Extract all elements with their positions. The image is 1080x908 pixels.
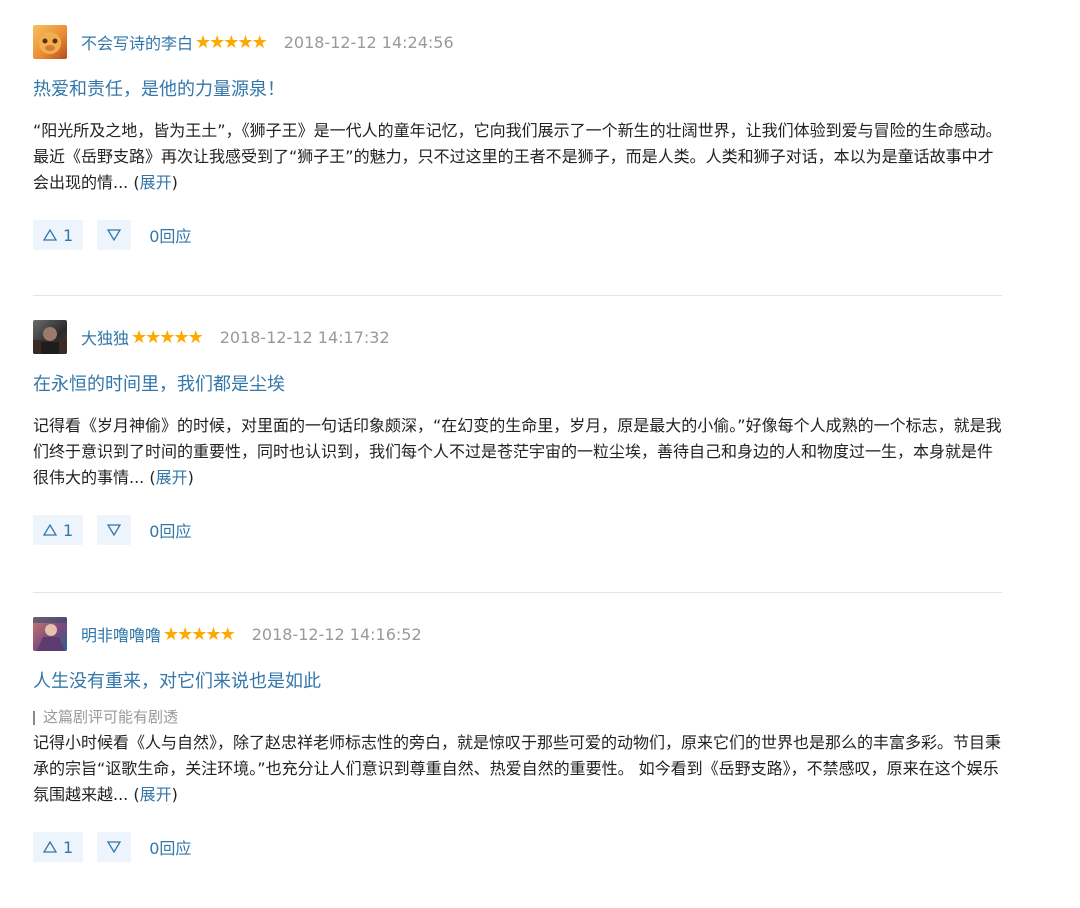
reply-link[interactable]: 0回应 xyxy=(149,518,191,542)
timestamp: 2018-12-12 14:24:56 xyxy=(283,32,454,52)
divider xyxy=(33,592,1002,593)
review-title[interactable]: 热爱和责任，是他的力量源泉！ xyxy=(33,76,1002,104)
downvote-button[interactable] xyxy=(97,515,132,545)
upvote-button[interactable]: 1 xyxy=(33,515,84,545)
review-header: 明非噜噜噜 ★★★★★ 2018-12-12 14:16:52 xyxy=(33,614,1002,654)
upvote-button[interactable]: 1 xyxy=(33,220,84,250)
review-text: 记得小时候看《人与自然》，除了赵忠祥老师标志性的旁白，就是惊叹于那些可爱的动物们… xyxy=(33,733,1002,804)
review-excerpt: 记得小时候看《人与自然》，除了赵忠祥老师标志性的旁白，就是惊叹于那些可爱的动物们… xyxy=(33,733,1002,804)
review-actions: 1 0回应 xyxy=(33,832,1002,862)
review-title[interactable]: 在永恒的时间里，我们都是尘埃 xyxy=(33,371,1002,399)
upvote-button[interactable]: 1 xyxy=(33,832,84,862)
spoiler-warning: 这篇剧评可能有剧透 xyxy=(33,706,1002,728)
review-title[interactable]: 人生没有重来，对它们来说也是如此 xyxy=(33,668,1002,696)
timestamp: 2018-12-12 14:16:52 xyxy=(251,624,422,644)
username[interactable]: 不会写诗的李白 xyxy=(81,30,193,54)
review-excerpt: “阳光所及之地，皆为王土”，《狮子王》是一代人的童年记忆，它向我们展示了一个新生… xyxy=(33,121,1002,192)
rating-stars: ★★★★★ xyxy=(195,31,268,53)
avatar-image xyxy=(33,617,67,651)
triangle-up-icon xyxy=(43,524,57,536)
spoiler-bar xyxy=(33,710,35,725)
avatar-image xyxy=(39,32,61,54)
rating-stars: ★★★★★ xyxy=(131,326,204,348)
expand-link[interactable]: 展开 xyxy=(156,468,188,487)
triangle-up-icon xyxy=(43,841,57,853)
expand-link[interactable]: 展开 xyxy=(140,785,172,804)
review-item: 明非噜噜噜 ★★★★★ 2018-12-12 14:16:52 人生没有重来，对… xyxy=(33,614,1002,862)
review-actions: 1 0回应 xyxy=(33,220,1002,250)
timestamp: 2018-12-12 14:17:32 xyxy=(219,327,390,347)
rating-stars: ★★★★★ xyxy=(163,623,236,645)
upvote-count: 1 xyxy=(63,225,74,245)
review-actions: 1 0回应 xyxy=(33,515,1002,545)
expand-link[interactable]: 展开 xyxy=(140,173,172,192)
avatar[interactable] xyxy=(33,25,67,59)
review-text: “阳光所及之地，皆为王土”，《狮子王》是一代人的童年记忆，它向我们展示了一个新生… xyxy=(33,121,1002,192)
reply-link[interactable]: 0回应 xyxy=(149,223,191,247)
avatar[interactable] xyxy=(33,617,67,651)
review-header: 不会写诗的李白 ★★★★★ 2018-12-12 14:24:56 xyxy=(33,22,1002,62)
triangle-down-icon xyxy=(107,229,122,241)
upvote-count: 1 xyxy=(63,837,74,857)
review-text: 记得看《岁月神偷》的时候，对里面的一句话印象颇深，“在幻变的生命里，岁月，原是最… xyxy=(33,416,1002,487)
review-item: 不会写诗的李白 ★★★★★ 2018-12-12 14:24:56 热爱和责任，… xyxy=(33,22,1002,250)
upvote-count: 1 xyxy=(63,520,74,540)
downvote-button[interactable] xyxy=(97,832,132,862)
triangle-down-icon xyxy=(107,524,122,536)
triangle-up-icon xyxy=(43,229,57,241)
review-header: 大独独 ★★★★★ 2018-12-12 14:17:32 xyxy=(33,317,1002,357)
triangle-down-icon xyxy=(107,841,122,853)
reply-link[interactable]: 0回应 xyxy=(149,835,191,859)
spoiler-text: 这篇剧评可能有剧透 xyxy=(43,708,179,726)
review-item: 大独独 ★★★★★ 2018-12-12 14:17:32 在永恒的时间里，我们… xyxy=(33,317,1002,545)
divider xyxy=(33,295,1002,296)
username[interactable]: 明非噜噜噜 xyxy=(81,622,161,646)
avatar[interactable] xyxy=(33,320,67,354)
username[interactable]: 大独独 xyxy=(81,325,129,349)
review-list: 不会写诗的李白 ★★★★★ 2018-12-12 14:24:56 热爱和责任，… xyxy=(0,0,1080,908)
avatar-image xyxy=(33,327,67,354)
downvote-button[interactable] xyxy=(97,220,132,250)
